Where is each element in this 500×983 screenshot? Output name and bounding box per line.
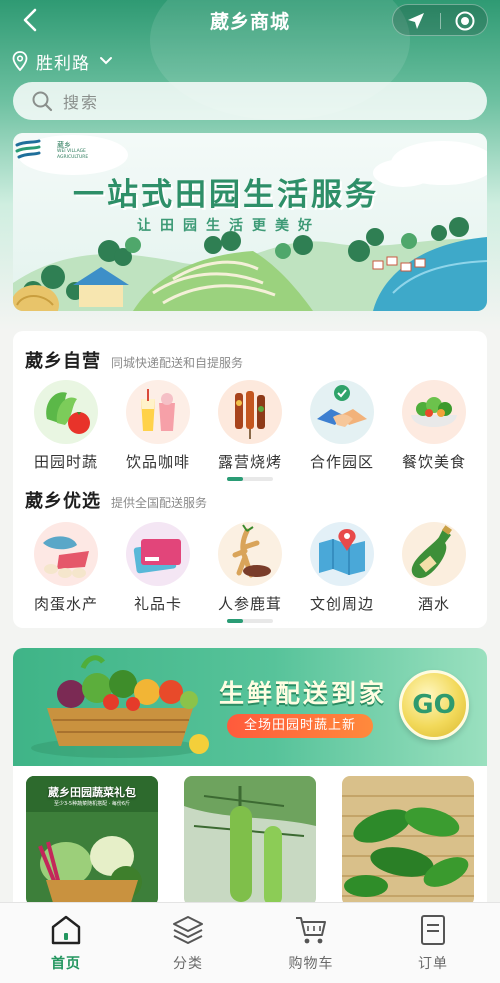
product-card-vegetable-pack[interactable]: 葳乡田园蔬菜礼包 至少3-5种蔬菜随机搭配 · 每份6斤	[26, 776, 158, 906]
chevron-down-icon	[100, 57, 112, 65]
category-label: 文创周边	[309, 595, 374, 613]
category-label: 肉蛋水产	[33, 595, 98, 613]
home-icon	[51, 915, 81, 945]
category-vegetables[interactable]: 田园时蔬	[21, 379, 111, 472]
category-bbq[interactable]: 露营烧烤	[205, 379, 295, 472]
drinks-coffee-icon	[126, 380, 190, 444]
category-wine-drinks[interactable]: 酒水	[389, 521, 479, 614]
category-row-self-run: 田园时蔬 饮品咖啡 露营烧烤 合作园区 餐饮美食	[13, 379, 487, 479]
tab-label: 分类	[173, 956, 203, 972]
meat-eggs-fish-icon	[34, 522, 98, 586]
category-label: 田园时蔬	[33, 453, 98, 471]
category-cultural-creative[interactable]: 文创周边	[297, 521, 387, 614]
category-food-dining[interactable]: 餐饮美食	[389, 379, 479, 472]
category-label: 酒水	[417, 595, 450, 613]
category-ginseng-antler[interactable]: 人参鹿茸	[205, 521, 295, 614]
layers-icon	[173, 916, 203, 944]
mini-program-capsule	[392, 4, 488, 36]
category-partner-parks[interactable]: 合作园区	[297, 379, 387, 472]
vegetables-icon	[34, 380, 98, 444]
banner-title: 一站式田园生活服务	[73, 177, 379, 213]
gift-card-icon	[126, 522, 190, 586]
product-title: 葳乡田园蔬菜礼包	[48, 786, 136, 799]
logo-text-en: WEI VILLAGE AGRICULTURE	[57, 149, 89, 160]
section-subtitle: 同城快递配送和自提服务	[111, 356, 244, 370]
vegetable-basket-illustration	[31, 655, 209, 758]
tab-home[interactable]: 首页	[21, 913, 111, 973]
promo-title: 生鲜配送到家	[219, 679, 388, 708]
category-row-selected: 肉蛋水产 礼品卡 人参鹿茸 文创周边 酒水	[13, 521, 487, 621]
pager-active-indicator	[227, 477, 243, 481]
salad-bowl-icon	[402, 380, 466, 444]
product-card-peppers[interactable]	[342, 776, 474, 906]
category-label: 礼品卡	[133, 595, 182, 613]
location-arrow-button[interactable]	[405, 10, 427, 32]
product-list: 葳乡田园蔬菜礼包 至少3-5种蔬菜随机搭配 · 每份6斤	[13, 766, 487, 906]
search-placeholder: 搜索	[63, 93, 100, 112]
section-subtitle: 提供全国配送服务	[111, 496, 208, 510]
close-mini-program-button[interactable]	[454, 10, 476, 32]
product-card-loofah[interactable]	[184, 776, 316, 906]
target-circle-icon	[455, 11, 475, 31]
category-label: 人参鹿茸	[217, 595, 282, 613]
section-title: 葳乡优选	[25, 491, 101, 512]
category-label: 露营烧烤	[217, 453, 282, 471]
category-label: 合作园区	[309, 453, 374, 471]
wine-bottle-icon	[402, 522, 466, 586]
go-button[interactable]: GO	[399, 670, 469, 740]
ginseng-icon	[218, 522, 282, 586]
tab-category[interactable]: 分类	[143, 913, 233, 973]
category-label: 饮品咖啡	[125, 453, 190, 471]
location-pin-icon	[12, 51, 28, 71]
hero-banner[interactable]: 葳乡 WEI VILLAGE AGRICULTURE 一站式田园生活服务 让田园…	[13, 133, 487, 311]
pager-active-indicator	[227, 619, 243, 623]
tab-orders[interactable]: 订单	[388, 913, 478, 973]
promo-tag: 全场田园时蔬上新	[227, 714, 373, 738]
tab-cart[interactable]: 购物车	[266, 913, 356, 973]
pager-self-run	[227, 477, 273, 481]
navigation-arrow-icon	[408, 13, 424, 29]
category-drinks-coffee[interactable]: 饮品咖啡	[113, 379, 203, 472]
product-image	[342, 776, 474, 906]
search-input[interactable]: 搜索	[13, 82, 487, 120]
fresh-delivery-promo[interactable]: 生鲜配送到家 全场田园时蔬上新 GO	[13, 648, 487, 766]
banner-subtitle: 让田园生活更美好	[137, 218, 321, 234]
tab-label: 订单	[418, 956, 448, 972]
section-header-selected: 葳乡优选 提供全国配送服务	[25, 487, 207, 513]
tab-label: 首页	[51, 956, 81, 972]
pager-selected	[227, 619, 273, 623]
category-gift-card[interactable]: 礼品卡	[113, 521, 203, 614]
bottom-tab-bar: 首页 分类 购物车 订单	[0, 902, 500, 983]
category-meat-eggs-fish[interactable]: 肉蛋水产	[21, 521, 111, 614]
cart-icon	[296, 917, 326, 944]
search-icon	[32, 91, 53, 112]
location-selector[interactable]: 胜利路	[12, 48, 114, 74]
section-header-self-run: 葳乡自营 同城快递配送和自提服务	[25, 347, 243, 373]
map-pin-icon	[310, 522, 374, 586]
category-label: 餐饮美食	[401, 453, 466, 471]
product-subtitle: 至少3-5种蔬菜随机搭配 · 每份6斤	[53, 801, 131, 807]
nav-bar: 葳乡商城	[0, 0, 500, 40]
product-image	[184, 776, 316, 906]
tab-label: 购物车	[288, 956, 334, 972]
order-list-icon	[421, 915, 445, 945]
capsule-divider	[440, 13, 441, 29]
section-title: 葳乡自营	[25, 351, 101, 372]
bbq-icon	[218, 380, 282, 444]
category-card: 葳乡自营 同城快递配送和自提服务 田园时蔬 饮品咖啡 露营烧烤 合作园区 餐饮美…	[13, 331, 487, 628]
handshake-icon	[310, 380, 374, 444]
location-text: 胜利路	[36, 53, 90, 74]
